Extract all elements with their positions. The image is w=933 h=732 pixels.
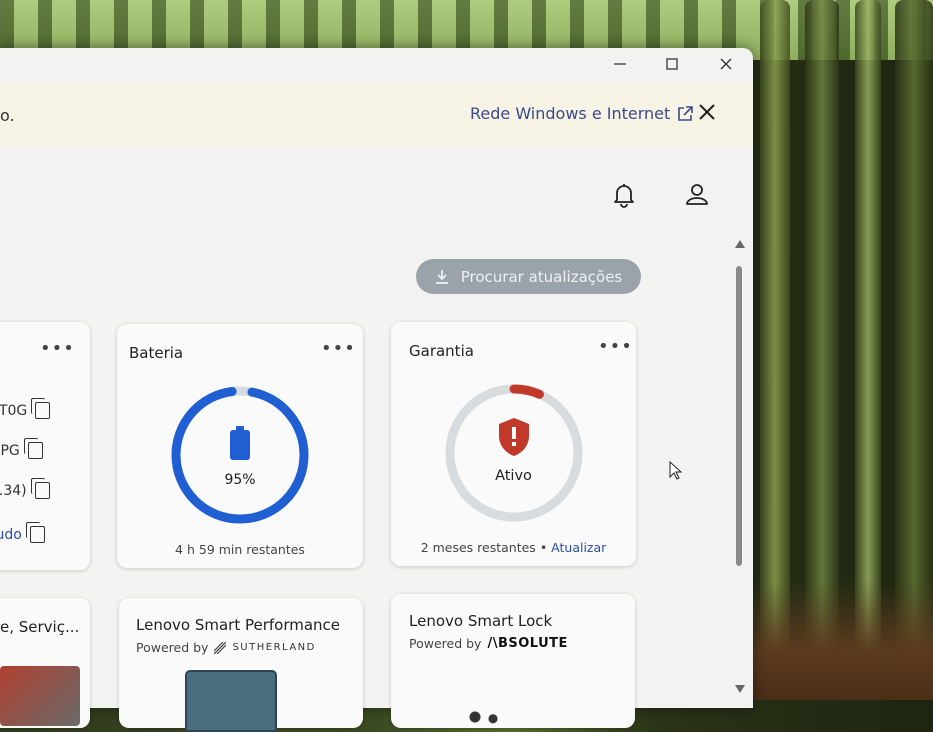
warranty-remaining: 2 meses restantes (420, 540, 536, 555)
more-options-button[interactable]: ••• (40, 338, 75, 359)
close-window-button[interactable] (715, 56, 737, 76)
copy-icon[interactable] (23, 438, 43, 459)
battery-card[interactable]: Bateria ••• 95% 4 h 59 min restantes (117, 324, 363, 568)
title-bar (0, 48, 753, 82)
download-icon (435, 269, 448, 284)
copy-row: 1T0G (0, 398, 51, 419)
powered-by-label: Powered by (409, 636, 482, 651)
warranty-ring (445, 384, 583, 522)
device-value: 1T0G (0, 402, 28, 419)
copy-icon[interactable] (31, 398, 51, 419)
bell-icon (614, 184, 634, 208)
card-title: Garantia (409, 342, 474, 360)
check-updates-label: Procurar atualizações (460, 267, 623, 286)
card-title: Lenovo Smart Performance (136, 616, 341, 634)
close-icon (720, 58, 732, 70)
card-title: Lenovo Smart Lock (409, 612, 553, 630)
app-window: o. Rede Windows e Internet Procurar atua… (0, 48, 753, 732)
scroll-down-arrow[interactable] (735, 685, 745, 693)
card-illustration (185, 670, 277, 732)
close-icon (699, 104, 715, 120)
copy-row: 1.34) (0, 478, 50, 499)
services-card[interactable]: e, Serviç... (0, 598, 90, 728)
absolute-brand: /\BSOLUTE (487, 636, 568, 651)
battery-ring (171, 386, 309, 524)
more-options-button[interactable]: ••• (321, 338, 356, 359)
copy-all-label: tudo (0, 526, 22, 543)
network-internet-link[interactable]: Rede Windows e Internet (470, 104, 694, 123)
warranty-footer: 2 meses restantes • Atualizar (391, 540, 636, 555)
scroll-up-arrow[interactable] (735, 240, 745, 248)
copy-all-row[interactable]: tudo (0, 522, 45, 543)
notification-banner: o. Rede Windows e Internet (0, 84, 753, 146)
sutherland-logo-icon (214, 641, 227, 654)
copy-row: NPG (0, 438, 43, 459)
copy-icon (25, 522, 45, 543)
banner-close-button[interactable] (692, 98, 722, 128)
battery-icon (230, 430, 250, 460)
warranty-status: Ativo (495, 468, 532, 484)
check-updates-button[interactable]: Procurar atualizações (416, 259, 641, 294)
vertical-scrollbar[interactable] (733, 240, 747, 700)
card-illustration (463, 708, 503, 726)
minimize-button[interactable] (609, 56, 631, 76)
copy-icon[interactable] (30, 478, 50, 499)
battery-percent: 95% (224, 472, 256, 488)
separator: • (539, 540, 548, 555)
warranty-update-link[interactable]: Atualizar (551, 540, 606, 555)
maximize-icon (666, 58, 678, 70)
sutherland-brand: SUTHERLAND (232, 642, 316, 653)
device-info-card: ••• 1T0G NPG 1.34) tudo (0, 322, 90, 570)
wallpaper-floor (730, 580, 933, 700)
account-button[interactable] (684, 182, 710, 208)
notifications-button[interactable] (611, 182, 637, 208)
card-title: Bateria (129, 344, 184, 362)
network-internet-link-label: Rede Windows e Internet (470, 104, 671, 123)
powered-by: Powered by /\BSOLUTE (409, 636, 568, 651)
device-value: NPG (0, 442, 20, 459)
warranty-card[interactable]: Garantia ••• Ativo 2 meses restantes • A… (391, 322, 636, 566)
scroll-thumb[interactable] (736, 266, 742, 566)
banner-text: o. (0, 106, 15, 125)
smart-performance-card[interactable]: Lenovo Smart Performance Powered by SUTH… (119, 598, 363, 732)
user-icon (686, 184, 708, 205)
mouse-cursor-icon (669, 461, 683, 480)
maximize-button[interactable] (661, 56, 683, 76)
minimize-icon (614, 63, 626, 65)
powered-by: Powered by SUTHERLAND (136, 640, 316, 655)
smart-lock-card[interactable]: Lenovo Smart Lock Powered by /\BSOLUTE (391, 594, 635, 728)
more-options-button[interactable]: ••• (598, 336, 633, 357)
device-value: 1.34) (0, 482, 27, 499)
powered-by-label: Powered by (136, 640, 209, 655)
battery-remaining: 4 h 59 min restantes (175, 542, 305, 557)
card-image (0, 666, 80, 726)
card-title: e, Serviç... (0, 618, 80, 636)
